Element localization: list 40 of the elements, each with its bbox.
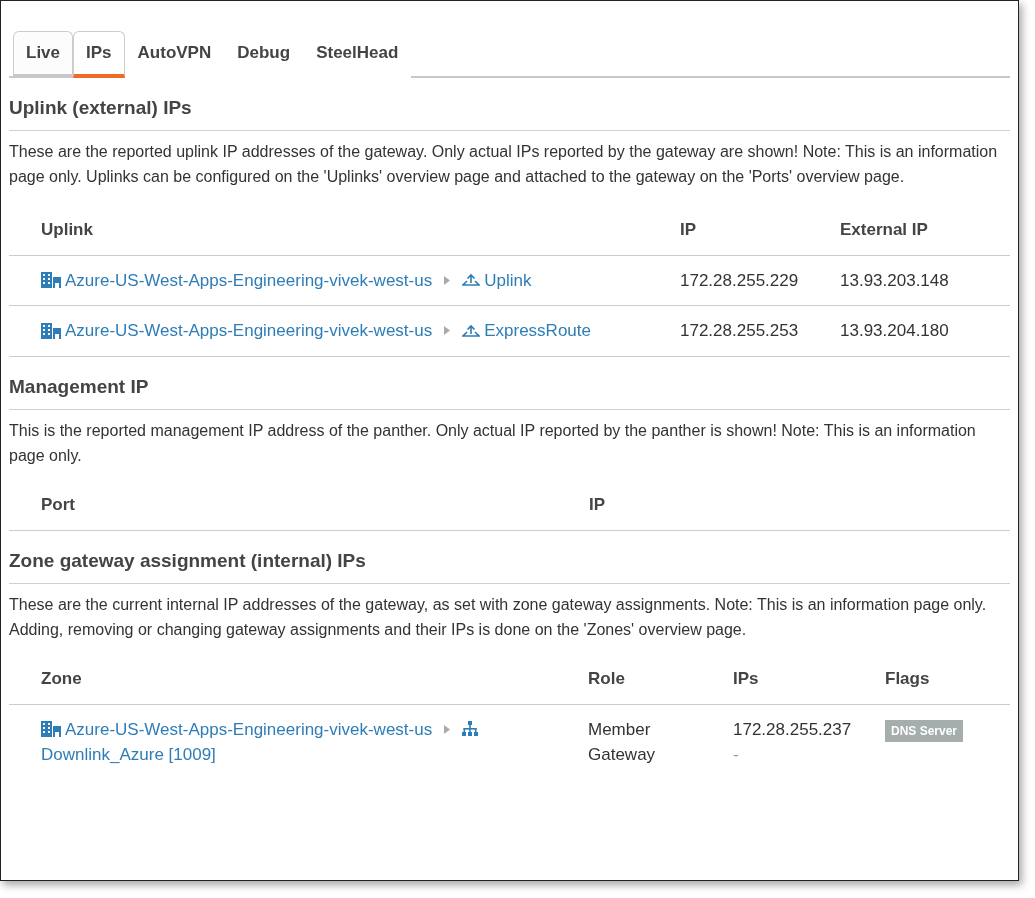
table-cell: 13.93.203.148 <box>840 255 1010 306</box>
section-title: Uplink (external) IPs <box>9 93 1010 131</box>
link[interactable]: Downlink_Azure [1009] <box>41 745 216 764</box>
column-header: Uplink <box>9 209 680 255</box>
upload-icon <box>462 323 481 338</box>
flag-badge: DNS Server <box>885 719 964 742</box>
column-header: Role <box>588 658 733 704</box>
caret-icon <box>444 326 451 336</box>
tab[interactable]: Live <box>13 31 74 78</box>
column-header: IPs <box>733 658 885 704</box>
column-header: IP <box>680 209 840 255</box>
column-header: IP <box>589 484 1010 530</box>
section-description: These are the reported uplink IP addresses of the gateway. Only actual IPs reported by the gateway are shown! Note: This is an information page only. Uplinks can be configured on the 'Uplinks' overview page and attached to the gateway on the 'Ports' overview page. <box>9 142 999 187</box>
upload-icon <box>462 273 481 288</box>
column-header: Flags <box>885 658 1010 704</box>
role-text: Member Gateway <box>588 718 657 766</box>
building-icon <box>41 721 61 738</box>
column-header: External IP <box>840 209 1010 255</box>
table-cell: 172.28.255.229 <box>680 255 840 306</box>
hierarchy-icon <box>462 721 479 738</box>
link[interactable]: ExpressRoute <box>484 318 591 344</box>
section-description: These are the current internal IP addresses of the gateway, as set with zone gateway assignments. Note: This is an information page only. Adding, removing or changing gateway assignments and their IPs is done on the 'Zones' overview page. <box>9 595 988 640</box>
ip-text: - <box>733 744 740 766</box>
section-title: Management IP <box>9 372 1010 410</box>
link[interactable]: Uplink <box>484 267 532 293</box>
caret-icon <box>444 724 451 734</box>
column-header: Zone <box>9 658 588 704</box>
link[interactable]: Azure-US-West-Apps-Engineering-vivek-west-us <box>65 267 433 293</box>
table-cell: 13.93.204.180 <box>840 305 1010 356</box>
building-icon <box>41 272 61 289</box>
link[interactable]: Azure-US-West-Apps-Engineering-vivek-west-us <box>65 318 433 344</box>
tab[interactable]: IPs <box>73 31 125 78</box>
column-header: Port <box>9 484 589 530</box>
caret-icon <box>444 275 451 285</box>
link[interactable]: Azure-US-West-Apps-Engineering-vivek-west-us <box>65 716 433 742</box>
ip-text: 172.28.255.237 <box>733 718 853 741</box>
section-title: Zone gateway assignment (internal) IPs <box>9 546 1010 584</box>
section-description: This is the reported management IP address of the panther. Only actual IP reported by the panther is shown! Note: This is an information page only. <box>9 421 977 466</box>
building-icon <box>41 322 61 339</box>
table-cell: 172.28.255.253 <box>680 305 840 356</box>
